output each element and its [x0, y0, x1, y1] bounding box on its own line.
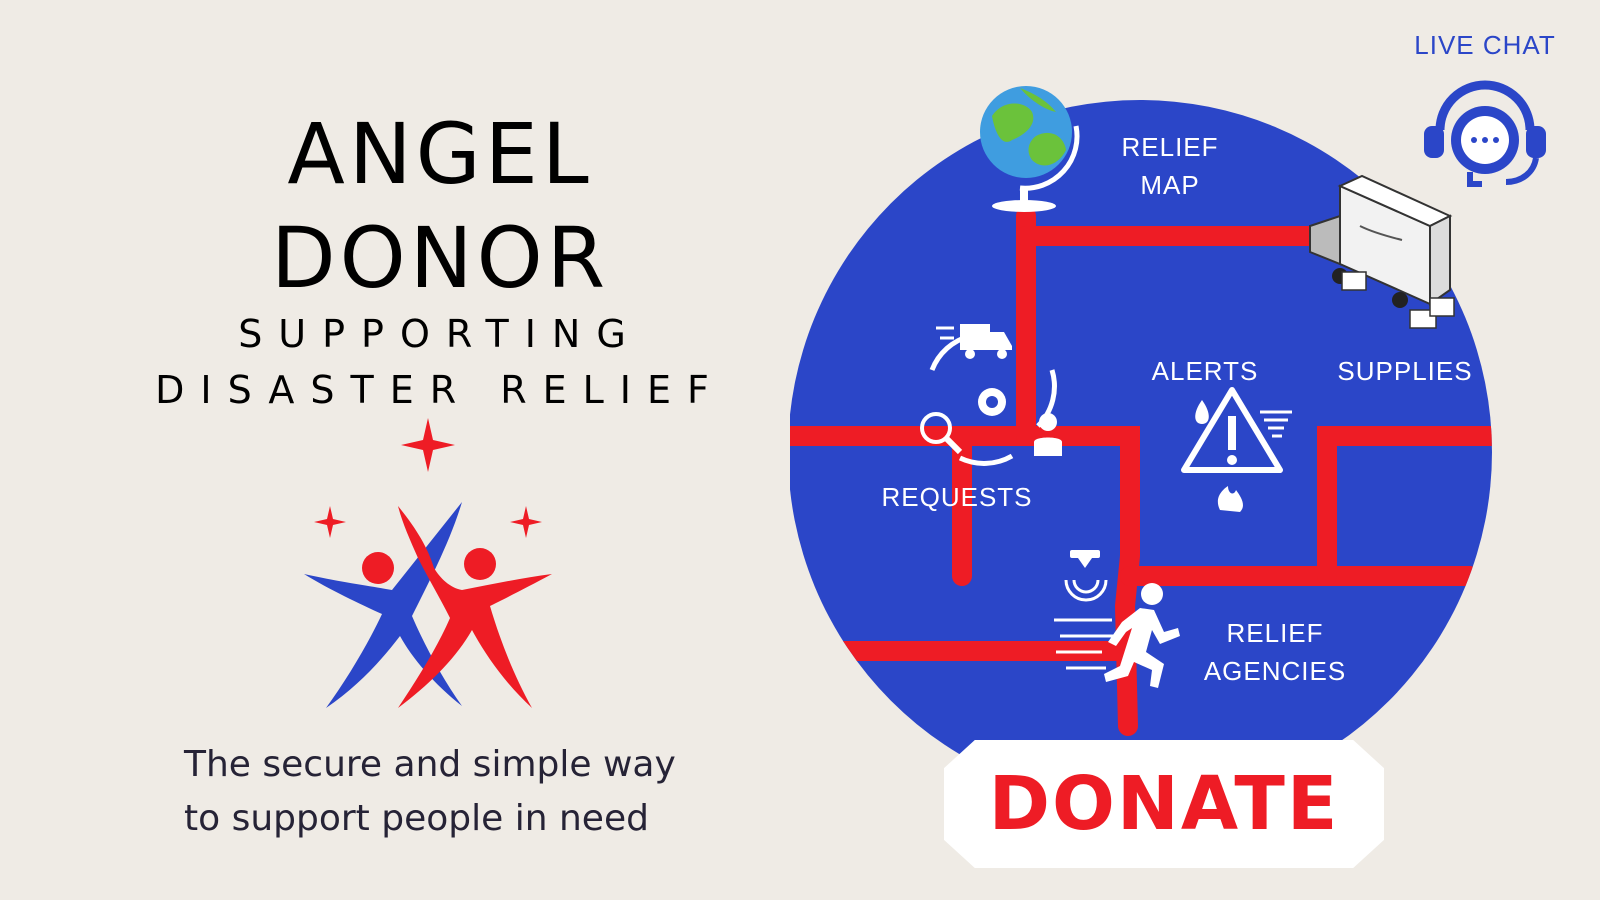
brand-subtitle-line1: SUPPORTING	[238, 312, 642, 356]
sparkle-icon	[401, 418, 455, 472]
brand-subtitle: SUPPORTING DISASTER RELIEF	[150, 306, 730, 418]
brand-title-line1: ANGEL	[287, 105, 593, 203]
brand-subtitle-line2: DISASTER RELIEF	[155, 368, 725, 412]
live-chat-button[interactable]: LIVE CHAT	[1400, 30, 1570, 200]
relief-map-label-line1: RELIEF	[1121, 132, 1219, 162]
tagline-line2: to support people in need	[184, 798, 649, 839]
tagline: The secure and simple way to support peo…	[184, 738, 744, 846]
supplies-label[interactable]: SUPPLIES	[1320, 352, 1490, 390]
tagline-line1: The secure and simple way	[184, 744, 676, 785]
relief-map-label[interactable]: RELIEF MAP	[1090, 128, 1250, 204]
people-logo-icon	[304, 418, 552, 708]
relief-agencies-label-line1: RELIEF	[1226, 618, 1324, 648]
alerts-label[interactable]: ALERTS	[1140, 352, 1270, 390]
sparkle-icon	[314, 506, 346, 538]
brand-title-line2: DONOR	[270, 209, 610, 307]
donate-label: DONATE	[988, 761, 1340, 847]
live-chat-label: LIVE CHAT	[1414, 30, 1556, 60]
relief-agencies-label[interactable]: RELIEF AGENCIES	[1190, 614, 1360, 690]
relief-agencies-label-line2: AGENCIES	[1203, 656, 1347, 686]
live-chat-headset-icon	[1424, 80, 1546, 187]
requests-label[interactable]: REQUESTS	[872, 478, 1042, 516]
brand-title: ANGEL DONOR	[240, 102, 640, 310]
relief-map-label-line2: MAP	[1140, 170, 1200, 200]
sparkle-icon	[510, 506, 542, 538]
donate-button[interactable]: DONATE	[944, 740, 1384, 868]
